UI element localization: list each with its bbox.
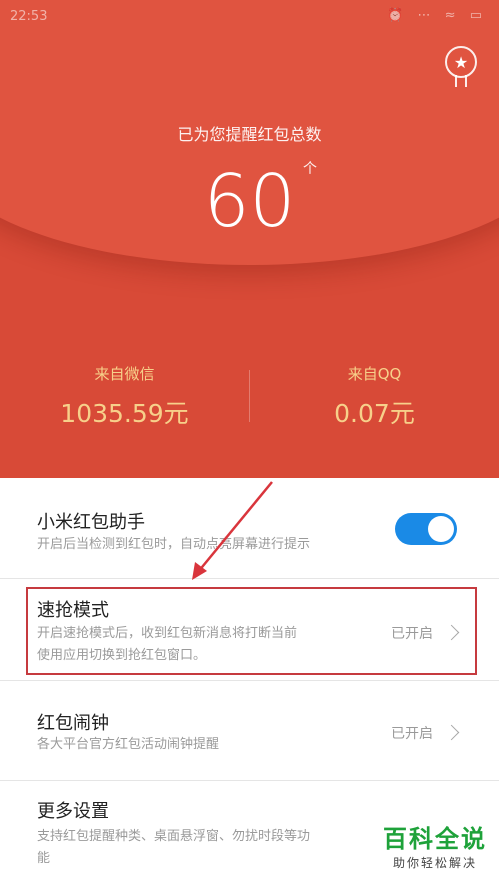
setting-alarm-subtitle: 各大平台官方红包活动闹钟提醒 xyxy=(37,737,220,752)
highlight-box xyxy=(26,587,477,675)
red-packet-summary-header: 22:53 ⏰ ⋯ ≈ ▭ ★ 已为您提醒红包总数 60 个 来自微信 1035… xyxy=(0,0,499,478)
wechat-stat: 来自微信 1035.59元 xyxy=(0,362,249,432)
status-time: 22:53 xyxy=(10,9,48,24)
wechat-stat-value: 1035.59元 xyxy=(60,399,189,428)
setting-assistant-subtitle: 开启后当检测到红包时，自动点亮屏幕进行提示 xyxy=(37,537,311,552)
watermark-subtitle: 助你轻松解决 xyxy=(392,856,477,870)
setting-more-subtitle-line2: 能 xyxy=(37,851,51,866)
total-reminders-count: 60 xyxy=(203,159,296,243)
chevron-right-icon xyxy=(443,724,460,741)
setting-alarm-title: 红包闹钟 xyxy=(37,713,109,734)
qq-stat-value: 0.07元 xyxy=(334,399,415,428)
qq-stat-label: 来自QQ xyxy=(347,365,402,383)
setting-row-alarm[interactable]: 红包闹钟 各大平台官方红包活动闹钟提醒 已开启 xyxy=(0,681,499,781)
status-bar: 22:53 ⏰ ⋯ ≈ ▭ xyxy=(0,0,499,34)
watermark-logo: 百科全说 助你轻松解决 xyxy=(376,824,494,872)
total-reminders-label: 已为您提醒红包总数 xyxy=(177,125,322,144)
watermark-title: 百科全说 xyxy=(383,825,487,853)
wechat-stat-label: 来自微信 xyxy=(94,365,155,383)
total-reminders-unit: 个 xyxy=(303,161,317,177)
achievement-badge-icon[interactable]: ★ xyxy=(445,46,477,87)
status-icons: ⏰ ⋯ ≈ ▭ xyxy=(387,8,487,23)
toggle-knob xyxy=(428,516,454,542)
qq-stat: 来自QQ 0.07元 xyxy=(250,362,499,432)
setting-assistant-title: 小米红包助手 xyxy=(37,512,145,533)
setting-more-subtitle-line1: 支持红包提醒种类、桌面悬浮窗、勿扰时段等功 xyxy=(37,829,311,844)
assistant-toggle-switch[interactable] xyxy=(395,513,457,545)
setting-more-title: 更多设置 xyxy=(37,801,109,822)
setting-alarm-status: 已开启 xyxy=(391,726,433,742)
